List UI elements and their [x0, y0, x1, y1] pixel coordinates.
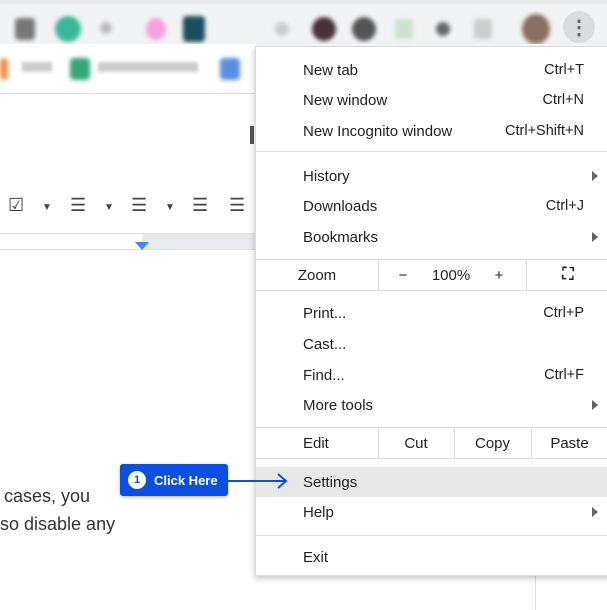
document-text-line: so disable any [0, 514, 116, 534]
tab-strip [0, 0, 607, 4]
menu-item-cast[interactable]: Cast... [256, 329, 607, 359]
chevron-right-icon [592, 507, 598, 517]
divider [526, 260, 527, 290]
chevron-right-icon [592, 171, 598, 181]
chrome-menu: New tab Ctrl+T New window Ctrl+N New Incog… [255, 46, 607, 576]
menu-item-downloads[interactable]: Downloads Ctrl+J [256, 191, 607, 221]
menu-item-history[interactable]: History [256, 161, 607, 191]
numbered-list-icon[interactable]: ☰ [131, 195, 147, 216]
shortcut: Ctrl+Shift+N [505, 123, 584, 139]
chevron-down-icon[interactable]: ▼ [104, 202, 114, 213]
menu-item-new-incognito[interactable]: New Incognito window Ctrl+Shift+N [256, 116, 607, 146]
menu-item-exit[interactable]: Exit [256, 542, 607, 572]
menu-item-bookmarks[interactable]: Bookmarks [256, 222, 607, 252]
paste-button[interactable]: Paste [531, 428, 607, 458]
shortcut: Ctrl+J [545, 198, 584, 214]
extension-icon[interactable] [146, 18, 166, 40]
extension-icon[interactable] [100, 22, 112, 34]
label: Print... [303, 304, 347, 322]
profile-avatar[interactable] [522, 14, 550, 44]
label: New tab [303, 61, 359, 79]
divider [256, 151, 607, 152]
extension-icon[interactable] [474, 19, 492, 39]
extension-icon[interactable] [15, 18, 35, 40]
page-border [535, 575, 536, 610]
cut-button[interactable]: Cut [378, 428, 454, 458]
bookmark-icon[interactable] [220, 58, 240, 80]
text-cursor [250, 126, 254, 144]
edit-row: Edit Cut Copy Paste [256, 427, 607, 459]
bulleted-list-icon[interactable]: ☰ [70, 195, 86, 216]
label: New Incognito window [303, 122, 453, 140]
chevron-right-icon [592, 232, 598, 242]
extension-icon[interactable] [312, 17, 336, 41]
bookmark-label[interactable] [22, 62, 52, 72]
chevron-down-icon[interactable]: ▼ [42, 202, 52, 213]
fullscreen-icon[interactable]: ⛶ [546, 260, 590, 290]
menu-item-new-tab[interactable]: New tab Ctrl+T [256, 55, 607, 85]
chevron-down-icon[interactable]: ▼ [165, 202, 175, 213]
document-text-line: cases, you [4, 486, 91, 506]
edit-label: Edit [303, 434, 329, 452]
zoom-in-button[interactable]: + [484, 260, 514, 290]
label: Exit [303, 548, 329, 566]
label: Cast... [303, 335, 347, 353]
label: New window [303, 91, 388, 109]
extension-icon[interactable] [183, 16, 205, 42]
label: Settings [303, 473, 358, 491]
menu-item-new-window[interactable]: New window Ctrl+N [256, 85, 607, 115]
increase-indent-icon[interactable]: ☰ [229, 195, 245, 216]
label: Find... [303, 366, 345, 384]
label: Downloads [303, 197, 378, 215]
shortcut: Ctrl+N [542, 92, 585, 108]
extension-icon[interactable] [395, 19, 413, 39]
menu-item-help[interactable]: Help [256, 497, 607, 527]
menu-item-find[interactable]: Find... Ctrl+F [256, 360, 607, 390]
menu-item-more-tools[interactable]: More tools [256, 390, 607, 420]
step-number: 1 [128, 471, 146, 489]
menu-item-print[interactable]: Print... Ctrl+P [256, 298, 607, 328]
zoom-out-button[interactable]: − [388, 260, 418, 290]
bookmark-label[interactable] [98, 62, 198, 72]
checklist-icon[interactable]: ☑ [8, 195, 24, 216]
click-here-callout: 1 Click Here [120, 464, 228, 496]
ruler-margin [142, 234, 260, 249]
indent-marker[interactable] [135, 242, 149, 250]
browser-toolbar: ⋮ [0, 0, 607, 44]
divider [256, 535, 607, 536]
shortcut: Ctrl+P [543, 305, 584, 321]
callout-text: Click Here [154, 472, 218, 488]
zoom-level: 100% [431, 266, 471, 284]
zoom-label: Zoom [297, 266, 337, 284]
zoom-row: Zoom − 100% + ⛶ [256, 259, 607, 291]
extension-icon[interactable] [352, 17, 376, 41]
ruler [0, 233, 260, 250]
menu-item-settings[interactable]: Settings [256, 467, 607, 497]
extension-icon[interactable] [55, 16, 81, 42]
label: History [303, 167, 350, 185]
label: Bookmarks [303, 228, 379, 246]
bookmark-icon[interactable] [0, 58, 8, 80]
extension-icon[interactable] [436, 22, 450, 36]
label: More tools [303, 396, 374, 414]
more-vert-icon[interactable]: ⋮ [563, 11, 595, 43]
chevron-right-icon [592, 400, 598, 410]
shortcut: Ctrl+T [544, 62, 584, 78]
label: Help [303, 503, 334, 521]
bookmark-icon[interactable] [70, 58, 90, 80]
extension-icon[interactable] [275, 22, 289, 36]
decrease-indent-icon[interactable]: ☰ [192, 195, 208, 216]
arrow-right-icon [228, 473, 288, 489]
divider [378, 260, 379, 290]
copy-button[interactable]: Copy [454, 428, 531, 458]
shortcut: Ctrl+F [544, 367, 584, 383]
